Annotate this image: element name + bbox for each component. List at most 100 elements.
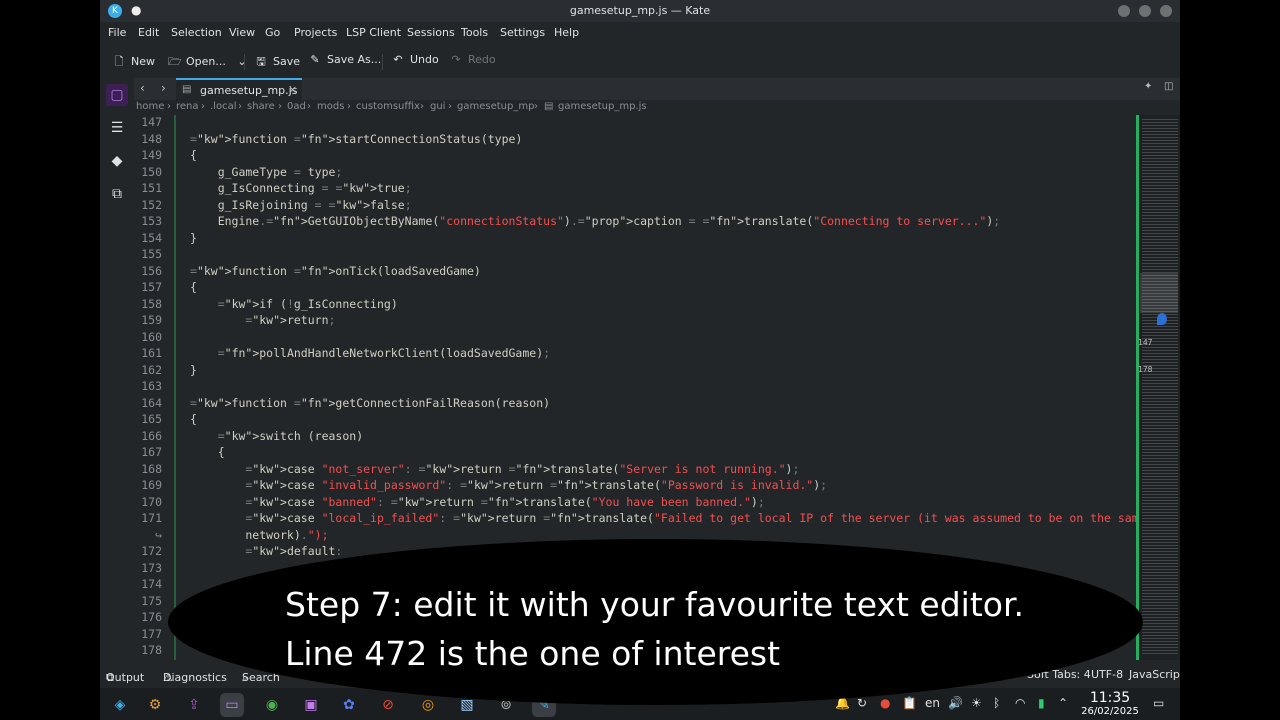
save-as-button[interactable]: ✎ Save As... (309, 53, 381, 69)
open-button[interactable]: 🗁 Open... ⌄ (168, 53, 247, 69)
krita-icon[interactable]: ✿ (337, 693, 361, 717)
system-settings-icon[interactable]: ⚙ (143, 693, 167, 717)
pin-icon[interactable]: ✦ (1144, 81, 1152, 92)
encoding-indicator[interactable]: UTF-8 (1091, 668, 1123, 681)
code-line[interactable]: 171 ="kw">case "local_ip_failed": ="kw">… (134, 511, 1145, 528)
minimap-viewport[interactable] (1140, 273, 1178, 313)
code-line[interactable]: 151 g_IsConnecting = ="kw">true; (134, 181, 1136, 198)
battery-icon[interactable]: ▮ (1038, 696, 1045, 710)
record-icon[interactable]: ● (880, 696, 890, 710)
konsole-icon[interactable]: ▣ (299, 693, 323, 717)
code-line[interactable]: 157 { (134, 280, 1136, 297)
code-line[interactable]: 166 ="kw">switch (reason) (134, 429, 1136, 446)
code-line[interactable]: 159 ="kw">return; (134, 313, 1136, 330)
volume-icon[interactable]: 🔊 (948, 696, 963, 710)
split-view-icon[interactable]: ◫ (1164, 81, 1173, 92)
projects-icon[interactable]: ▢ (106, 84, 128, 106)
maximize-button[interactable] (1139, 5, 1151, 17)
breadcrumb-item[interactable]: gamesetup_mp (457, 101, 534, 112)
breadcrumb-item[interactable]: gamesetup_mp.js (558, 101, 647, 112)
menu-settings[interactable]: Settings (500, 26, 545, 39)
bluetooth-icon[interactable]: ᛒ (993, 696, 1000, 710)
clock[interactable]: 11:35 26/02/2025 (1075, 690, 1145, 717)
breadcrumb-separator: › (347, 101, 351, 112)
minimap-change-marker (1136, 115, 1139, 660)
code-line[interactable]: 161 ="fn">pollAndHandleNetworkClient(loa… (134, 346, 1136, 363)
minimap-scrollbar[interactable]: 147 178 (1136, 115, 1180, 660)
line-number: 177 (141, 626, 162, 641)
clipboard-icon[interactable]: 📋 (902, 696, 917, 710)
symbols-outline-icon[interactable]: ⧉ (106, 183, 128, 205)
code-line[interactable]: 147 (134, 115, 1136, 132)
application-launcher-icon[interactable]: ◈ (108, 693, 132, 717)
breadcrumb-separator: › (278, 101, 282, 112)
menu-go[interactable]: Go (265, 26, 280, 39)
code-text: ="kw">switch (reason) (217, 428, 364, 443)
code-line[interactable]: 153 Engine.="fn">GetGUIObjectByName("con… (134, 214, 1136, 231)
0ad-icon[interactable]: ⊘ (376, 693, 400, 717)
breadcrumb-item[interactable]: customsuffix (356, 101, 420, 112)
code-line[interactable]: 155 (134, 247, 1136, 264)
undo-button[interactable]: ↶ Undo (392, 53, 438, 69)
code-line[interactable]: 165 { (134, 412, 1136, 429)
discover-icon[interactable]: ⇪ (182, 693, 206, 717)
tray-expand-icon[interactable]: ⌃ (1058, 696, 1068, 710)
minimize-button[interactable] (1118, 5, 1130, 17)
menu-projects[interactable]: Projects (294, 26, 337, 39)
breadcrumb-item[interactable]: rena (176, 101, 199, 112)
menu-sessions[interactable]: Sessions (407, 26, 455, 39)
tab-gamesetup-mp-js[interactable]: ▤ gamesetup_mp.js × (176, 78, 302, 100)
language-indicator[interactable]: JavaScript (1129, 668, 1180, 681)
code-line[interactable]: 164 ="kw">function ="fn">getConnectionFai… (134, 396, 1136, 413)
menu-view[interactable]: View (229, 26, 255, 39)
code-line[interactable]: 156 ="kw">function ="fn">onTick(loadSaved… (134, 264, 1136, 281)
code-line[interactable]: 169 ="kw">case "invalid_password": ="kw"… (134, 478, 1136, 495)
line-number: 172 (141, 544, 162, 558)
camera-icon[interactable]: ◎ (416, 693, 440, 717)
code-line[interactable]: 149 { (134, 148, 1136, 165)
breadcrumb-separator: › (167, 101, 171, 112)
update-icon[interactable]: ↻ (857, 696, 867, 710)
breadcrumb-separator: › (238, 101, 242, 112)
wifi-icon[interactable]: ◠ (1015, 696, 1025, 710)
breadcrumb-item[interactable]: .local (210, 101, 236, 112)
documents-list-icon[interactable]: ☰ (106, 117, 128, 139)
brightness-icon[interactable]: ☀ (971, 696, 982, 710)
redo-button[interactable]: ↷ Redo (450, 53, 495, 69)
tab-next-icon[interactable]: › (161, 81, 166, 95)
breadcrumb-item[interactable]: gui (430, 101, 445, 112)
new-button[interactable]: 🗋 New (113, 53, 155, 69)
menu-selection[interactable]: Selection (171, 26, 222, 39)
code-line[interactable]: 167 { (134, 445, 1136, 462)
code-line[interactable]: 162} (134, 363, 1136, 380)
code-line[interactable]: 170 ="kw">case "banned": ="kw">return ="… (134, 495, 1136, 512)
code-text: ="kw">function ="fn">startConnectionStat… (190, 131, 523, 146)
close-window-button[interactable] (1160, 5, 1172, 17)
code-line[interactable]: 152 g_IsRejoining = ="kw">false; (134, 198, 1136, 215)
code-line[interactable]: 168 ="kw">case "not_server": ="kw">retur… (134, 462, 1136, 479)
chevron-down-icon[interactable]: ⌄ (237, 55, 246, 68)
menu-lsp-client[interactable]: LSP Client (346, 26, 401, 39)
keyboard-layout[interactable]: en (925, 696, 940, 710)
menu-edit[interactable]: Edit (138, 26, 159, 39)
breadcrumb-item[interactable]: share (247, 101, 275, 112)
git-icon[interactable]: ◆ (106, 150, 128, 172)
tab-prev-icon[interactable]: ‹ (140, 81, 145, 95)
menu-help[interactable]: Help (554, 26, 579, 39)
breadcrumb-item[interactable]: mods (317, 101, 344, 112)
menu-file[interactable]: File (108, 26, 126, 39)
save-button[interactable]: 🖫 Save (255, 53, 300, 69)
dolphin-icon[interactable]: ▭ (220, 693, 244, 717)
breadcrumb-item[interactable]: home (136, 101, 164, 112)
code-line[interactable]: 150 g_GameType = type; (134, 165, 1136, 182)
code-line[interactable]: 154} (134, 231, 1136, 248)
chrome-icon[interactable]: ◉ (260, 693, 284, 717)
close-tab-icon[interactable]: × (288, 83, 297, 96)
code-line[interactable]: 160 (134, 330, 1136, 347)
code-line[interactable]: 163 (134, 379, 1136, 396)
show-desktop-icon[interactable]: ▭ (1153, 696, 1164, 710)
code-line[interactable]: 158 ="kw">if (!g_IsConnecting) (134, 297, 1136, 314)
menu-tools[interactable]: Tools (461, 26, 488, 39)
code-line[interactable]: 148 ="kw">function ="fn">startConnectionS… (134, 132, 1136, 149)
breadcrumb-item[interactable]: 0ad (287, 101, 306, 112)
